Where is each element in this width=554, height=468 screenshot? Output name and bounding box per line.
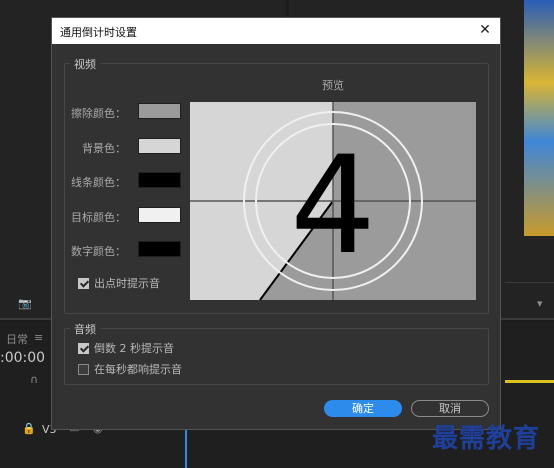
dialog-titlebar[interactable]: 通用倒计时设置 ✕	[52, 18, 500, 44]
cancel-button[interactable]: 取消	[411, 400, 489, 417]
playhead-line	[185, 430, 187, 468]
cue-at-out-label: 出点时提示音	[94, 277, 160, 290]
cue-at-out-checkbox[interactable]: 出点时提示音	[78, 275, 160, 291]
video-group-label: 视频	[70, 56, 100, 72]
countdown-preview: 4	[190, 102, 476, 300]
cue-every-sec-label: 在每秒都响提示音	[94, 363, 182, 376]
magnet-icon[interactable]: ∩	[30, 373, 38, 386]
number-color-label: 数字颜色：	[71, 245, 126, 258]
number-color-swatch[interactable]	[138, 241, 181, 257]
background-color-label: 背景色：	[82, 142, 126, 155]
wipe-color-label: 擦除颜色：	[71, 107, 126, 120]
wipe-color-swatch[interactable]	[138, 103, 181, 119]
dialog-title: 通用倒计时设置	[60, 26, 137, 39]
cue-2sec-checkbox[interactable]: 倒数 2 秒提示音	[78, 340, 174, 356]
preview-number: 4	[290, 127, 376, 284]
target-color-swatch[interactable]	[138, 207, 181, 223]
lock-icon[interactable]: 🔒	[22, 422, 36, 435]
timeline-tab[interactable]: 日常	[6, 331, 28, 347]
target-color-label: 目标颜色：	[71, 211, 126, 224]
line-color-label: 线条颜色：	[71, 176, 126, 189]
camera-icon[interactable]: 📷	[18, 297, 32, 310]
close-icon[interactable]: ✕	[476, 21, 494, 39]
work-area-bar	[505, 380, 554, 383]
cue-every-sec-checkbox[interactable]: 在每秒都响提示音	[78, 361, 182, 377]
bg-program-video	[524, 0, 554, 236]
audio-group-label: 音频	[70, 321, 100, 337]
export-frame-icon[interactable]: ▾	[537, 297, 543, 310]
preview-label: 预览	[322, 79, 344, 92]
menu-icon[interactable]: ≡	[34, 331, 43, 344]
watermark-logo: 最需教育	[432, 424, 541, 454]
checkbox-box[interactable]	[78, 342, 89, 354]
line-color-swatch[interactable]	[138, 172, 181, 188]
countdown-settings-dialog: 通用倒计时设置 ✕ 视频 预览 擦除颜色： 背景色： 线条颜色： 目标颜色： 数…	[51, 17, 501, 430]
ok-button[interactable]: 确定	[324, 400, 402, 417]
bg-scrubber	[505, 282, 554, 283]
background-color-swatch[interactable]	[138, 138, 181, 154]
timecode[interactable]: :00:00	[0, 350, 45, 366]
checkbox-box[interactable]	[78, 363, 89, 375]
checkbox-box[interactable]	[78, 277, 89, 289]
cue-2sec-label: 倒数 2 秒提示音	[94, 342, 174, 355]
